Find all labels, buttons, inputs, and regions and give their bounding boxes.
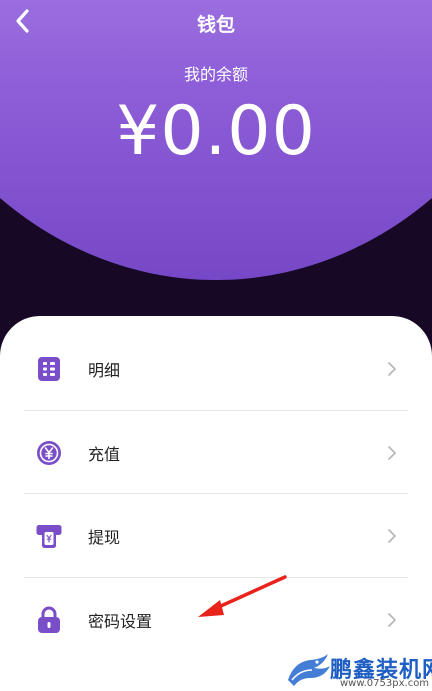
chevron-right-icon	[382, 359, 402, 379]
menu-item-recharge[interactable]: 充值	[24, 411, 408, 495]
wallet-screen: 钱包 我的余额 ¥0.00 明细 充值 提现 密码设置 鹏鑫装机 www.075…	[0, 0, 432, 691]
chevron-right-icon	[382, 443, 402, 463]
yen-coin-icon	[34, 438, 64, 468]
dragon-logo-icon	[288, 654, 330, 686]
page-title: 钱包	[196, 14, 235, 36]
menu-item-label: 充值	[88, 445, 121, 464]
menu-item-details[interactable]: 明细	[24, 327, 408, 411]
chevron-right-icon	[382, 610, 402, 630]
menu-item-label: 密码设置	[88, 612, 153, 631]
menu-item-label: 明细	[88, 361, 121, 380]
list-grid-icon	[34, 354, 64, 384]
menu-item-withdraw[interactable]: 提现	[24, 494, 408, 578]
lock-icon	[34, 605, 64, 635]
watermark-url: www.0753px.com	[340, 678, 430, 689]
chevron-right-icon	[382, 526, 402, 546]
withdraw-card-icon	[34, 521, 64, 551]
balance-label: 我的余额	[183, 65, 248, 84]
balance-amount: ¥0.00	[116, 92, 316, 171]
menu-item-label: 提现	[88, 528, 121, 547]
top-bar: 钱包	[0, 0, 432, 44]
watermark: 鹏鑫装机网 www.0753px.com	[284, 648, 432, 691]
